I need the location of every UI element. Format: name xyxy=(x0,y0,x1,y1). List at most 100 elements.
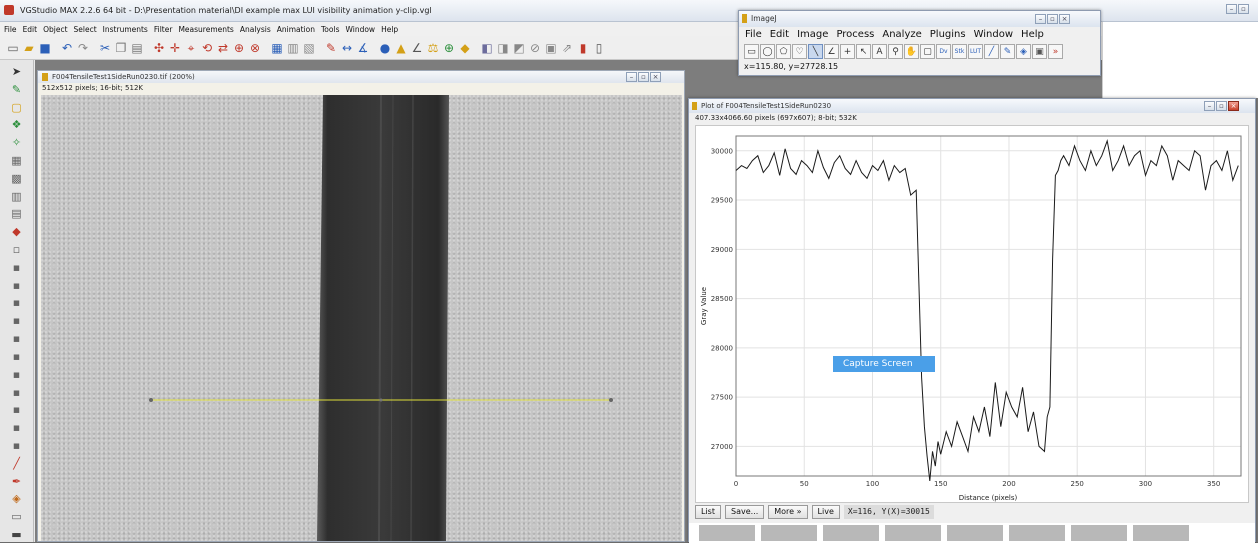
display-icon[interactable]: ▬ xyxy=(8,527,26,542)
grid-large-icon[interactable]: ▥ xyxy=(8,189,26,204)
transform-icon[interactable]: ✣ xyxy=(152,40,166,56)
menu-item-measurements[interactable]: Measurements xyxy=(178,25,233,34)
copy-icon[interactable]: ❐ xyxy=(114,40,128,56)
pen-icon[interactable]: ✒ xyxy=(8,474,26,489)
open-folder-icon[interactable]: ▰ xyxy=(22,40,36,56)
flood-fill-icon[interactable]: ◈ xyxy=(1016,44,1031,59)
measure-distance-icon[interactable]: ↔ xyxy=(340,40,354,56)
undo-icon[interactable]: ↶ xyxy=(60,40,74,56)
brush-tool-icon[interactable]: ╱ xyxy=(984,44,999,59)
imagej-menu-item-file[interactable]: File xyxy=(745,29,762,40)
wand-tool-icon[interactable]: ↖ xyxy=(856,44,871,59)
thumbnail[interactable] xyxy=(1009,525,1065,541)
new-file-icon[interactable]: ▭ xyxy=(6,40,20,56)
line-tool-icon[interactable]: ╲ xyxy=(808,44,823,59)
profile-line-start-handle[interactable] xyxy=(149,398,153,402)
report-icon[interactable]: ▣ xyxy=(544,40,558,56)
menu-item-animation[interactable]: Animation xyxy=(277,25,315,34)
menu-item-tools[interactable]: Tools xyxy=(321,25,339,34)
thumbnail[interactable] xyxy=(1071,525,1127,541)
segment-icon[interactable]: ▦ xyxy=(270,40,284,56)
close-icon[interactable]: × xyxy=(650,72,661,82)
minimize-icon[interactable]: – xyxy=(1035,14,1046,24)
rectangle-select-icon[interactable]: ▢ xyxy=(8,100,26,115)
profile-line-mid-handle[interactable] xyxy=(379,398,383,402)
restore-icon[interactable]: ▫ xyxy=(1047,14,1058,24)
tool-i-icon[interactable]: ▪ xyxy=(8,402,26,417)
tool-e-icon[interactable]: ▪ xyxy=(8,331,26,346)
draw-line-icon[interactable]: ✎ xyxy=(324,40,338,56)
image-canvas[interactable] xyxy=(41,95,682,541)
tool-h-icon[interactable]: ▪ xyxy=(8,385,26,400)
move-icon[interactable]: ✛ xyxy=(168,40,182,56)
lut-tool-icon[interactable]: LUT xyxy=(968,44,983,59)
minimize-icon[interactable]: – xyxy=(1226,4,1237,14)
select-region-icon[interactable]: ⌖ xyxy=(184,40,198,56)
zoom-tool-icon[interactable]: ⚲ xyxy=(888,44,903,59)
histogram-icon[interactable]: ▮ xyxy=(576,40,590,56)
tool-a-icon[interactable]: ▪ xyxy=(8,260,26,275)
export-icon[interactable]: ⇗ xyxy=(560,40,574,56)
imagej-menu-item-help[interactable]: Help xyxy=(1021,29,1044,40)
macro-tool-icon[interactable]: ▣ xyxy=(1032,44,1047,59)
dev-tool-icon[interactable]: Dv xyxy=(936,44,951,59)
imagej-menu-item-window[interactable]: Window xyxy=(974,29,1013,40)
restore-icon[interactable]: ▫ xyxy=(1238,4,1249,14)
wall-thickness-icon[interactable]: ◆ xyxy=(458,40,472,56)
tool-c-icon[interactable]: ▪ xyxy=(8,296,26,311)
color-picker-icon[interactable]: ◆ xyxy=(8,224,26,239)
caliper-icon[interactable]: ⚖ xyxy=(426,40,440,56)
layers-icon[interactable]: ▧ xyxy=(302,40,316,56)
menu-item-window[interactable]: Window xyxy=(345,25,375,34)
imagej-menu-item-plugins[interactable]: Plugins xyxy=(930,29,966,40)
profile-line-end-handle[interactable] xyxy=(609,398,613,402)
marker-icon[interactable]: ▲ xyxy=(394,40,408,56)
pointer-icon[interactable]: ➤ xyxy=(8,64,26,79)
angle-tool-icon[interactable]: ∠ xyxy=(824,44,839,59)
tool-d-icon[interactable]: ▪ xyxy=(8,313,26,328)
tool-b-icon[interactable]: ▪ xyxy=(8,278,26,293)
save-button[interactable]: Save... xyxy=(724,505,765,519)
grid-small-icon[interactable]: ▦ xyxy=(8,153,26,168)
point-icon[interactable]: ● xyxy=(378,40,392,56)
minimize-icon[interactable]: – xyxy=(626,72,637,82)
text-tool-icon[interactable]: A xyxy=(872,44,887,59)
capture-screen-tooltip[interactable]: Capture Screen xyxy=(833,356,935,372)
paste-icon[interactable]: ▤ xyxy=(130,40,144,56)
rectangle-tool-icon[interactable]: ▭ xyxy=(744,44,759,59)
menu-item-select[interactable]: Select xyxy=(74,25,97,34)
imagej-menu-item-process[interactable]: Process xyxy=(836,29,874,40)
tool-f-icon[interactable]: ▪ xyxy=(8,349,26,364)
thumbnail[interactable] xyxy=(699,525,755,541)
menu-item-filter[interactable]: Filter xyxy=(154,25,173,34)
point-tool-icon[interactable]: + xyxy=(840,44,855,59)
wand-icon[interactable]: ✧ xyxy=(8,135,26,150)
fill-icon[interactable]: ◈ xyxy=(8,492,26,507)
flip-icon[interactable]: ⇄ xyxy=(216,40,230,56)
list-button[interactable]: List xyxy=(695,505,721,519)
defect-icon[interactable]: ◨ xyxy=(496,40,510,56)
view-icon[interactable]: ◩ xyxy=(512,40,526,56)
tool-k-icon[interactable]: ▪ xyxy=(8,438,26,453)
menu-item-help[interactable]: Help xyxy=(381,25,398,34)
freehand-tool-icon[interactable]: ♡ xyxy=(792,44,807,59)
clip-icon[interactable]: ⊘ xyxy=(528,40,542,56)
close-icon[interactable]: × xyxy=(1059,14,1070,24)
cut-icon[interactable]: ✂ xyxy=(98,40,112,56)
stack-tool-icon[interactable]: Stk xyxy=(952,44,967,59)
imagej-menu-item-edit[interactable]: Edit xyxy=(770,29,789,40)
tool-g-icon[interactable]: ▪ xyxy=(8,367,26,382)
angle-icon[interactable]: ∠ xyxy=(410,40,424,56)
more-button[interactable]: More » xyxy=(768,505,808,519)
imagej-menu-item-analyze[interactable]: Analyze xyxy=(882,29,921,40)
grid-icon[interactable]: ▥ xyxy=(286,40,300,56)
thumbnail[interactable] xyxy=(823,525,879,541)
hand-tool-icon[interactable]: ✋ xyxy=(904,44,919,59)
thumbnail[interactable] xyxy=(947,525,1003,541)
grid-medium-icon[interactable]: ▩ xyxy=(8,171,26,186)
thumbnail[interactable] xyxy=(885,525,941,541)
menu-item-edit[interactable]: Edit xyxy=(23,25,38,34)
target-icon[interactable]: ⊕ xyxy=(442,40,456,56)
chart-icon[interactable]: ▯ xyxy=(592,40,606,56)
register-icon[interactable]: ⊗ xyxy=(248,40,262,56)
